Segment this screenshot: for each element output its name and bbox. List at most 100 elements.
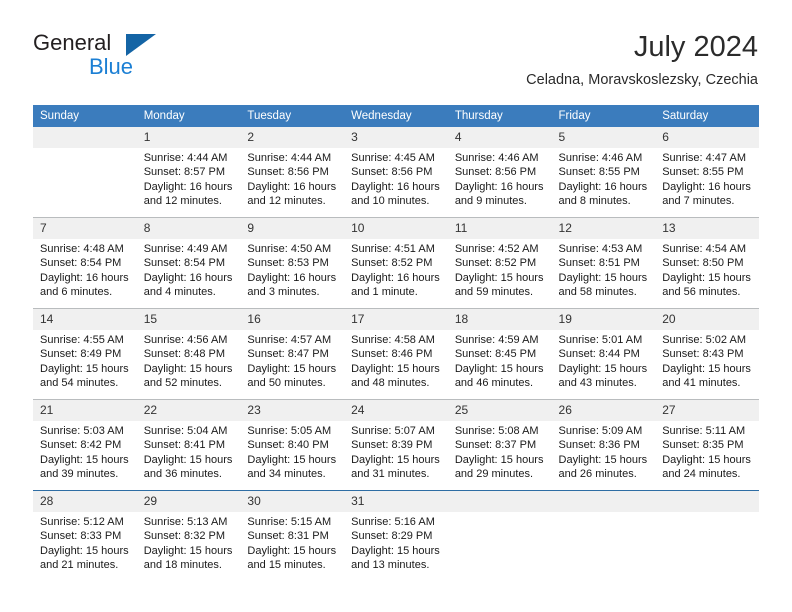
day-cell[interactable]: 27 Sunrise: 5:11 AM Sunset: 8:35 PM Dayligh…	[655, 399, 759, 491]
daylight-text-line2: and 29 minutes.	[454, 468, 534, 481]
day-cell[interactable]: 1 Sunrise: 4:44 AM Sunset: 8:57 PM Daylight…	[136, 127, 241, 218]
day-number: 19	[551, 309, 656, 330]
day-cell[interactable]: 15 Sunrise: 4:56 AM Sunset: 8:48 PM Dayligh…	[136, 308, 241, 400]
day-details: Sunrise: 4:44 AM Sunset: 8:56 PM Daylight:…	[240, 148, 344, 209]
day-details: Sunrise: 4:49 AM Sunset: 8:54 PM Daylight:…	[137, 239, 241, 300]
day-cell[interactable]: 3 Sunrise: 4:45 AM Sunset: 8:56 PM Daylight…	[344, 127, 448, 218]
day-details: Sunrise: 5:11 AM Sunset: 8:35 PM Daylight:…	[655, 421, 759, 482]
page-subtitle: Celadna, Moravskoslezsky, Czechia	[526, 72, 758, 88]
day-number	[655, 491, 759, 512]
page-header: General Blue July 2024 Celadna, Moravsko…	[0, 0, 792, 100]
day-cell[interactable]: 20 Sunrise: 5:02 AM Sunset: 8:43 PM Dayligh…	[655, 308, 759, 400]
sunrise-text: Sunrise: 4:44 AM	[247, 152, 332, 164]
day-cell[interactable]: 8 Sunrise: 4:49 AM Sunset: 8:54 PM Daylight…	[136, 217, 241, 309]
sunrise-text: Sunrise: 5:01 AM	[558, 334, 643, 346]
day-number: 21	[33, 400, 137, 421]
day-cell[interactable]: 30 Sunrise: 5:15 AM Sunset: 8:31 PM Dayligh…	[240, 490, 345, 581]
day-number: 8	[136, 218, 241, 239]
generalblue-logo[interactable]: General Blue	[33, 31, 183, 83]
day-details: Sunrise: 5:16 AM Sunset: 8:29 PM Daylight:…	[344, 512, 448, 573]
day-details: Sunrise: 4:45 AM Sunset: 8:56 PM Daylight:…	[344, 148, 448, 209]
sunrise-text: Sunrise: 4:53 AM	[558, 243, 643, 255]
day-number: 12	[551, 218, 656, 239]
daylight-text-line2: and 13 minutes.	[351, 559, 430, 572]
day-cell[interactable]: 25 Sunrise: 5:08 AM Sunset: 8:37 PM Dayligh…	[447, 399, 552, 491]
page-title: July 2024	[633, 31, 758, 63]
day-number: 27	[655, 400, 759, 421]
daylight-text-line1: Daylight: 15 hours	[247, 362, 337, 375]
day-cell[interactable]: 31 Sunrise: 5:16 AM Sunset: 8:29 PM Dayligh…	[344, 490, 448, 581]
daylight-text-line2: and 24 minutes.	[662, 468, 741, 481]
day-details: Sunrise: 4:50 AM Sunset: 8:53 PM Daylight:…	[240, 239, 344, 300]
day-number: 9	[240, 218, 345, 239]
sunset-text: Sunset: 8:53 PM	[247, 257, 329, 270]
calendar-page: General Blue July 2024 Celadna, Moravsko…	[0, 0, 792, 612]
sunset-text: Sunset: 8:43 PM	[662, 348, 744, 361]
daylight-text-line1: Daylight: 15 hours	[351, 453, 440, 466]
sunset-text: Sunset: 8:56 PM	[247, 166, 329, 179]
daylight-text-line1: Daylight: 15 hours	[558, 271, 648, 284]
day-number: 18	[447, 309, 552, 330]
day-cell[interactable]: 13 Sunrise: 4:54 AM Sunset: 8:50 PM Dayligh…	[655, 217, 759, 309]
daylight-text-line1: Daylight: 15 hours	[662, 271, 751, 284]
day-details: Sunrise: 4:56 AM Sunset: 8:48 PM Daylight:…	[137, 330, 241, 391]
day-number: 14	[33, 309, 137, 330]
day-cell[interactable]: 22 Sunrise: 5:04 AM Sunset: 8:41 PM Dayligh…	[136, 399, 241, 491]
day-details: Sunrise: 4:52 AM Sunset: 8:52 PM Daylight:…	[448, 239, 552, 300]
day-cell[interactable]: 26 Sunrise: 5:09 AM Sunset: 8:36 PM Dayligh…	[551, 399, 656, 491]
sunrise-text: Sunrise: 5:12 AM	[40, 516, 124, 528]
sunset-text: Sunset: 8:32 PM	[143, 530, 226, 543]
sunset-text: Sunset: 8:41 PM	[143, 439, 226, 452]
daylight-text-line2: and 39 minutes.	[40, 468, 119, 481]
daylight-text-line2: and 46 minutes.	[454, 377, 534, 390]
daylight-text-line2: and 36 minutes.	[143, 468, 222, 481]
daylight-text-line2: and 12 minutes.	[247, 195, 326, 208]
day-cell[interactable]: 28 Sunrise: 5:12 AM Sunset: 8:33 PM Dayligh…	[33, 490, 137, 581]
day-cell[interactable]: 23 Sunrise: 5:05 AM Sunset: 8:40 PM Dayligh…	[240, 399, 345, 491]
daylight-text-line2: and 10 minutes.	[351, 195, 430, 208]
day-cell[interactable]: 29 Sunrise: 5:13 AM Sunset: 8:32 PM Dayligh…	[136, 490, 241, 581]
day-cell[interactable]: 18 Sunrise: 4:59 AM Sunset: 8:45 PM Dayligh…	[447, 308, 552, 400]
daylight-text-line2: and 8 minutes.	[558, 195, 631, 208]
day-cell[interactable]: 24 Sunrise: 5:07 AM Sunset: 8:39 PM Dayligh…	[344, 399, 448, 491]
day-details: Sunrise: 5:07 AM Sunset: 8:39 PM Daylight:…	[344, 421, 448, 482]
day-details: Sunrise: 5:02 AM Sunset: 8:43 PM Daylight:…	[655, 330, 759, 391]
day-cell[interactable]: 10 Sunrise: 4:51 AM Sunset: 8:52 PM Dayligh…	[344, 217, 448, 309]
day-cell[interactable]: 2 Sunrise: 4:44 AM Sunset: 8:56 PM Daylight…	[240, 127, 345, 218]
logo-triangle-icon	[126, 34, 156, 56]
weekday-header-sunday: Sunday	[33, 105, 137, 127]
sunset-text: Sunset: 8:31 PM	[247, 530, 329, 543]
sunrise-text: Sunrise: 5:09 AM	[558, 425, 643, 437]
day-details: Sunrise: 4:54 AM Sunset: 8:50 PM Daylight:…	[655, 239, 759, 300]
day-details: Sunrise: 4:59 AM Sunset: 8:45 PM Daylight:…	[448, 330, 552, 391]
daylight-text-line2: and 48 minutes.	[351, 377, 430, 390]
daylight-text-line2: and 31 minutes.	[351, 468, 430, 481]
daylight-text-line2: and 41 minutes.	[662, 377, 741, 390]
day-cell[interactable]: 9 Sunrise: 4:50 AM Sunset: 8:53 PM Daylight…	[240, 217, 345, 309]
daylight-text-line2: and 26 minutes.	[558, 468, 637, 481]
day-cell[interactable]: 16 Sunrise: 4:57 AM Sunset: 8:47 PM Dayligh…	[240, 308, 345, 400]
daylight-text-line1: Daylight: 16 hours	[351, 271, 440, 284]
day-cell[interactable]: 7 Sunrise: 4:48 AM Sunset: 8:54 PM Daylight…	[33, 217, 137, 309]
sunset-text: Sunset: 8:45 PM	[454, 348, 537, 361]
day-cell[interactable]: 21 Sunrise: 5:03 AM Sunset: 8:42 PM Dayligh…	[33, 399, 137, 491]
day-cell[interactable]: 12 Sunrise: 4:53 AM Sunset: 8:51 PM Dayligh…	[551, 217, 656, 309]
day-cell[interactable]: 5 Sunrise: 4:46 AM Sunset: 8:55 PM Daylight…	[551, 127, 656, 218]
calendar-week-row: 1 Sunrise: 4:44 AM Sunset: 8:57 PM Daylight…	[33, 127, 759, 218]
day-cell[interactable]: 4 Sunrise: 4:46 AM Sunset: 8:56 PM Daylight…	[447, 127, 552, 218]
logo-text-general: General	[33, 31, 183, 56]
sunset-text: Sunset: 8:50 PM	[662, 257, 744, 270]
calendar-week-row: 21 Sunrise: 5:03 AM Sunset: 8:42 PM Dayligh…	[33, 399, 759, 491]
day-cell[interactable]: 17 Sunrise: 4:58 AM Sunset: 8:46 PM Dayligh…	[344, 308, 448, 400]
weekday-header-monday: Monday	[136, 105, 241, 127]
sunset-text: Sunset: 8:49 PM	[40, 348, 122, 361]
day-details: Sunrise: 4:57 AM Sunset: 8:47 PM Daylight:…	[240, 330, 344, 391]
day-cell[interactable]: 14 Sunrise: 4:55 AM Sunset: 8:49 PM Dayligh…	[33, 308, 137, 400]
day-number: 24	[344, 400, 448, 421]
day-number: 11	[447, 218, 552, 239]
day-number	[33, 127, 137, 148]
day-cell[interactable]: 11 Sunrise: 4:52 AM Sunset: 8:52 PM Dayligh…	[447, 217, 552, 309]
day-cell[interactable]: 19 Sunrise: 5:01 AM Sunset: 8:44 PM Dayligh…	[551, 308, 656, 400]
daylight-text-line2: and 4 minutes.	[143, 286, 216, 299]
day-cell[interactable]: 6 Sunrise: 4:47 AM Sunset: 8:55 PM Daylight…	[655, 127, 759, 218]
